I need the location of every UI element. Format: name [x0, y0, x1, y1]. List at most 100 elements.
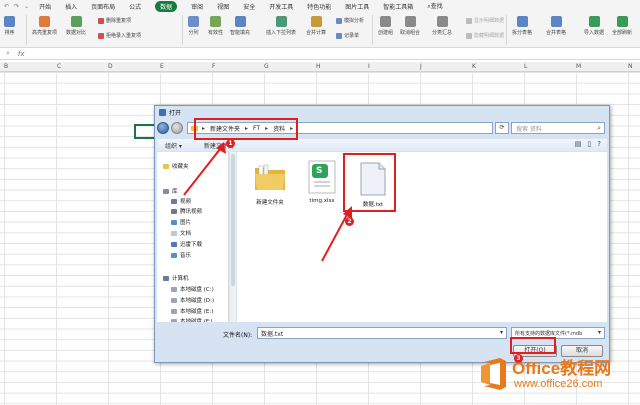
- merge-table-icon: [550, 16, 562, 27]
- separator: [26, 15, 27, 45]
- simulate-analysis-button[interactable]: 模拟分析: [336, 17, 364, 24]
- reject-dup-icon: [98, 32, 104, 39]
- picture-icon: [171, 219, 177, 225]
- help-icon[interactable]: ?: [597, 140, 601, 148]
- validity-label: 有效性: [208, 30, 224, 36]
- nav-drive-d[interactable]: 本地磁盘 (D:): [171, 296, 214, 304]
- sort-button[interactable]: 排序: [4, 16, 15, 36]
- highlight-duplicates-button[interactable]: 高亮重复项: [32, 16, 57, 36]
- ungroup-icon: [404, 16, 416, 27]
- validity-button[interactable]: 有效性: [208, 16, 223, 36]
- view-mode-icon[interactable]: ▤: [575, 140, 582, 148]
- nav-library[interactable]: 库: [163, 187, 178, 195]
- sort-label: 排序: [4, 30, 15, 36]
- split-table-button[interactable]: 拆分表格: [512, 16, 532, 36]
- tab-developer[interactable]: 开发工具: [269, 2, 293, 11]
- tab-review[interactable]: 审阅: [191, 2, 203, 11]
- chevron-down-icon[interactable]: ▾: [598, 329, 601, 336]
- back-button[interactable]: [157, 122, 169, 134]
- forward-button[interactable]: [171, 122, 183, 134]
- drive-icon: [171, 286, 177, 292]
- nav-library-documents[interactable]: 文档: [171, 229, 191, 237]
- simulate-icon: [336, 17, 342, 24]
- col-header[interactable]: G: [264, 63, 269, 70]
- file-item-xlsx[interactable]: S timg.xlsx: [297, 160, 347, 204]
- refresh-all-label: 全部刷新: [612, 30, 633, 36]
- record-form-button[interactable]: 记录单: [336, 32, 359, 39]
- watermark: Office教程网 www.office26.com: [478, 352, 638, 398]
- merge-calc-button[interactable]: 合并计算: [306, 16, 326, 36]
- office-logo-icon: [481, 358, 506, 390]
- col-header[interactable]: N: [628, 63, 633, 70]
- tab-security[interactable]: 安全: [243, 2, 255, 11]
- preview-pane-icon[interactable]: ▯: [587, 140, 591, 148]
- smart-fill-button[interactable]: 智能填充: [230, 16, 250, 36]
- tab-insert[interactable]: 插入: [65, 2, 77, 11]
- show-detail-button[interactable]: 显示明细数据: [466, 17, 504, 24]
- tab-start[interactable]: 开始: [39, 2, 51, 11]
- undo-icon[interactable]: ↶: [4, 3, 9, 10]
- fx-icon[interactable]: fx: [18, 50, 25, 58]
- data-compare-button[interactable]: 数据对比: [66, 16, 86, 36]
- col-header[interactable]: L: [524, 63, 527, 70]
- nav-item-label: 音乐: [180, 253, 192, 259]
- menu-bar: ↶ ↷ ⌄ 开始 插入 页面布局 公式 数据 审阅 视图 安全 开发工具 特色功…: [0, 0, 640, 12]
- ungroup-button[interactable]: 取消组合: [400, 16, 420, 36]
- tab-smart-toolbox[interactable]: 智能工具箱: [383, 2, 413, 11]
- redo-icon[interactable]: ↷: [14, 3, 19, 10]
- computer-icon: [163, 275, 169, 281]
- nav-library-pictures[interactable]: 图片: [171, 218, 191, 226]
- reject-duplicates-button[interactable]: 拒绝录入重复项: [98, 32, 141, 39]
- tab-features[interactable]: 特色功能: [307, 2, 331, 11]
- nav-drive-e[interactable]: 本地磁盘 (E:): [171, 307, 213, 315]
- formula-bar[interactable]: ⌕ fx: [0, 48, 640, 60]
- col-header[interactable]: I: [368, 63, 370, 70]
- refresh-button[interactable]: ⟳: [495, 122, 509, 134]
- view-controls: ▤ ▯ ?: [575, 140, 601, 148]
- search-input[interactable]: 搜索 资料 ⌕: [511, 122, 605, 134]
- file-list-pane[interactable]: 新建文件夹 S timg.xlsx 数据.txt: [237, 152, 607, 322]
- col-header[interactable]: K: [472, 63, 476, 70]
- merge-table-button[interactable]: 合并表格: [546, 16, 566, 36]
- col-header[interactable]: H: [316, 63, 321, 70]
- search-menu[interactable]: ⌕查找: [427, 1, 442, 11]
- tab-formula[interactable]: 公式: [129, 2, 141, 11]
- file-item-folder[interactable]: 新建文件夹: [245, 160, 295, 206]
- zoom-icon[interactable]: ⌕: [6, 49, 10, 58]
- watermark-title: Office教程网: [512, 359, 612, 378]
- library-icon: [163, 188, 169, 194]
- nav-drive-c[interactable]: 本地磁盘 (C:): [171, 285, 214, 293]
- nav-item-label: 本地磁盘 (E:): [180, 309, 214, 315]
- more-icon[interactable]: ⌄: [24, 3, 29, 10]
- hide-detail-button[interactable]: 隐藏明细数据: [466, 32, 504, 39]
- remove-duplicates-button[interactable]: 删除重复项: [98, 17, 131, 24]
- nav-computer[interactable]: 计算机: [163, 274, 189, 282]
- selected-cell[interactable]: [134, 124, 156, 139]
- show-detail-icon: [466, 17, 472, 24]
- col-header[interactable]: E: [160, 63, 164, 70]
- tab-picture-tools[interactable]: 图片工具: [345, 2, 369, 11]
- refresh-all-button[interactable]: 全部刷新: [612, 16, 632, 36]
- col-header[interactable]: D: [108, 63, 113, 70]
- chevron-down-icon[interactable]: ▾: [500, 329, 503, 336]
- tab-page-layout[interactable]: 页面布局: [91, 2, 115, 11]
- nav-library-tencent-video[interactable]: 腾讯视频: [171, 207, 202, 215]
- xlsx-badge-letter: S: [316, 166, 323, 176]
- col-header[interactable]: M: [576, 63, 581, 70]
- insert-dropdown-button[interactable]: 插入下拉列表: [266, 16, 296, 36]
- file-name: 新建文件夹: [256, 200, 284, 206]
- col-header[interactable]: C: [57, 63, 61, 70]
- tab-view[interactable]: 视图: [217, 2, 229, 11]
- filename-input[interactable]: 数据.txt ▾: [257, 327, 507, 339]
- nav-library-music[interactable]: 音乐: [171, 251, 191, 259]
- arrow-annotation-1: [183, 142, 226, 196]
- import-data-button[interactable]: 导入数据: [584, 16, 604, 36]
- col-header[interactable]: J: [420, 63, 422, 70]
- tab-data[interactable]: 数据: [155, 0, 178, 12]
- col-header[interactable]: B: [4, 63, 8, 70]
- subtotal-button[interactable]: 分类汇总: [432, 16, 452, 36]
- col-header[interactable]: F: [212, 63, 215, 70]
- nav-library-thunder-downloads[interactable]: 迅雷下载: [171, 240, 202, 248]
- split-column-button[interactable]: 分列: [188, 16, 199, 36]
- create-group-button[interactable]: 创建组: [378, 16, 393, 36]
